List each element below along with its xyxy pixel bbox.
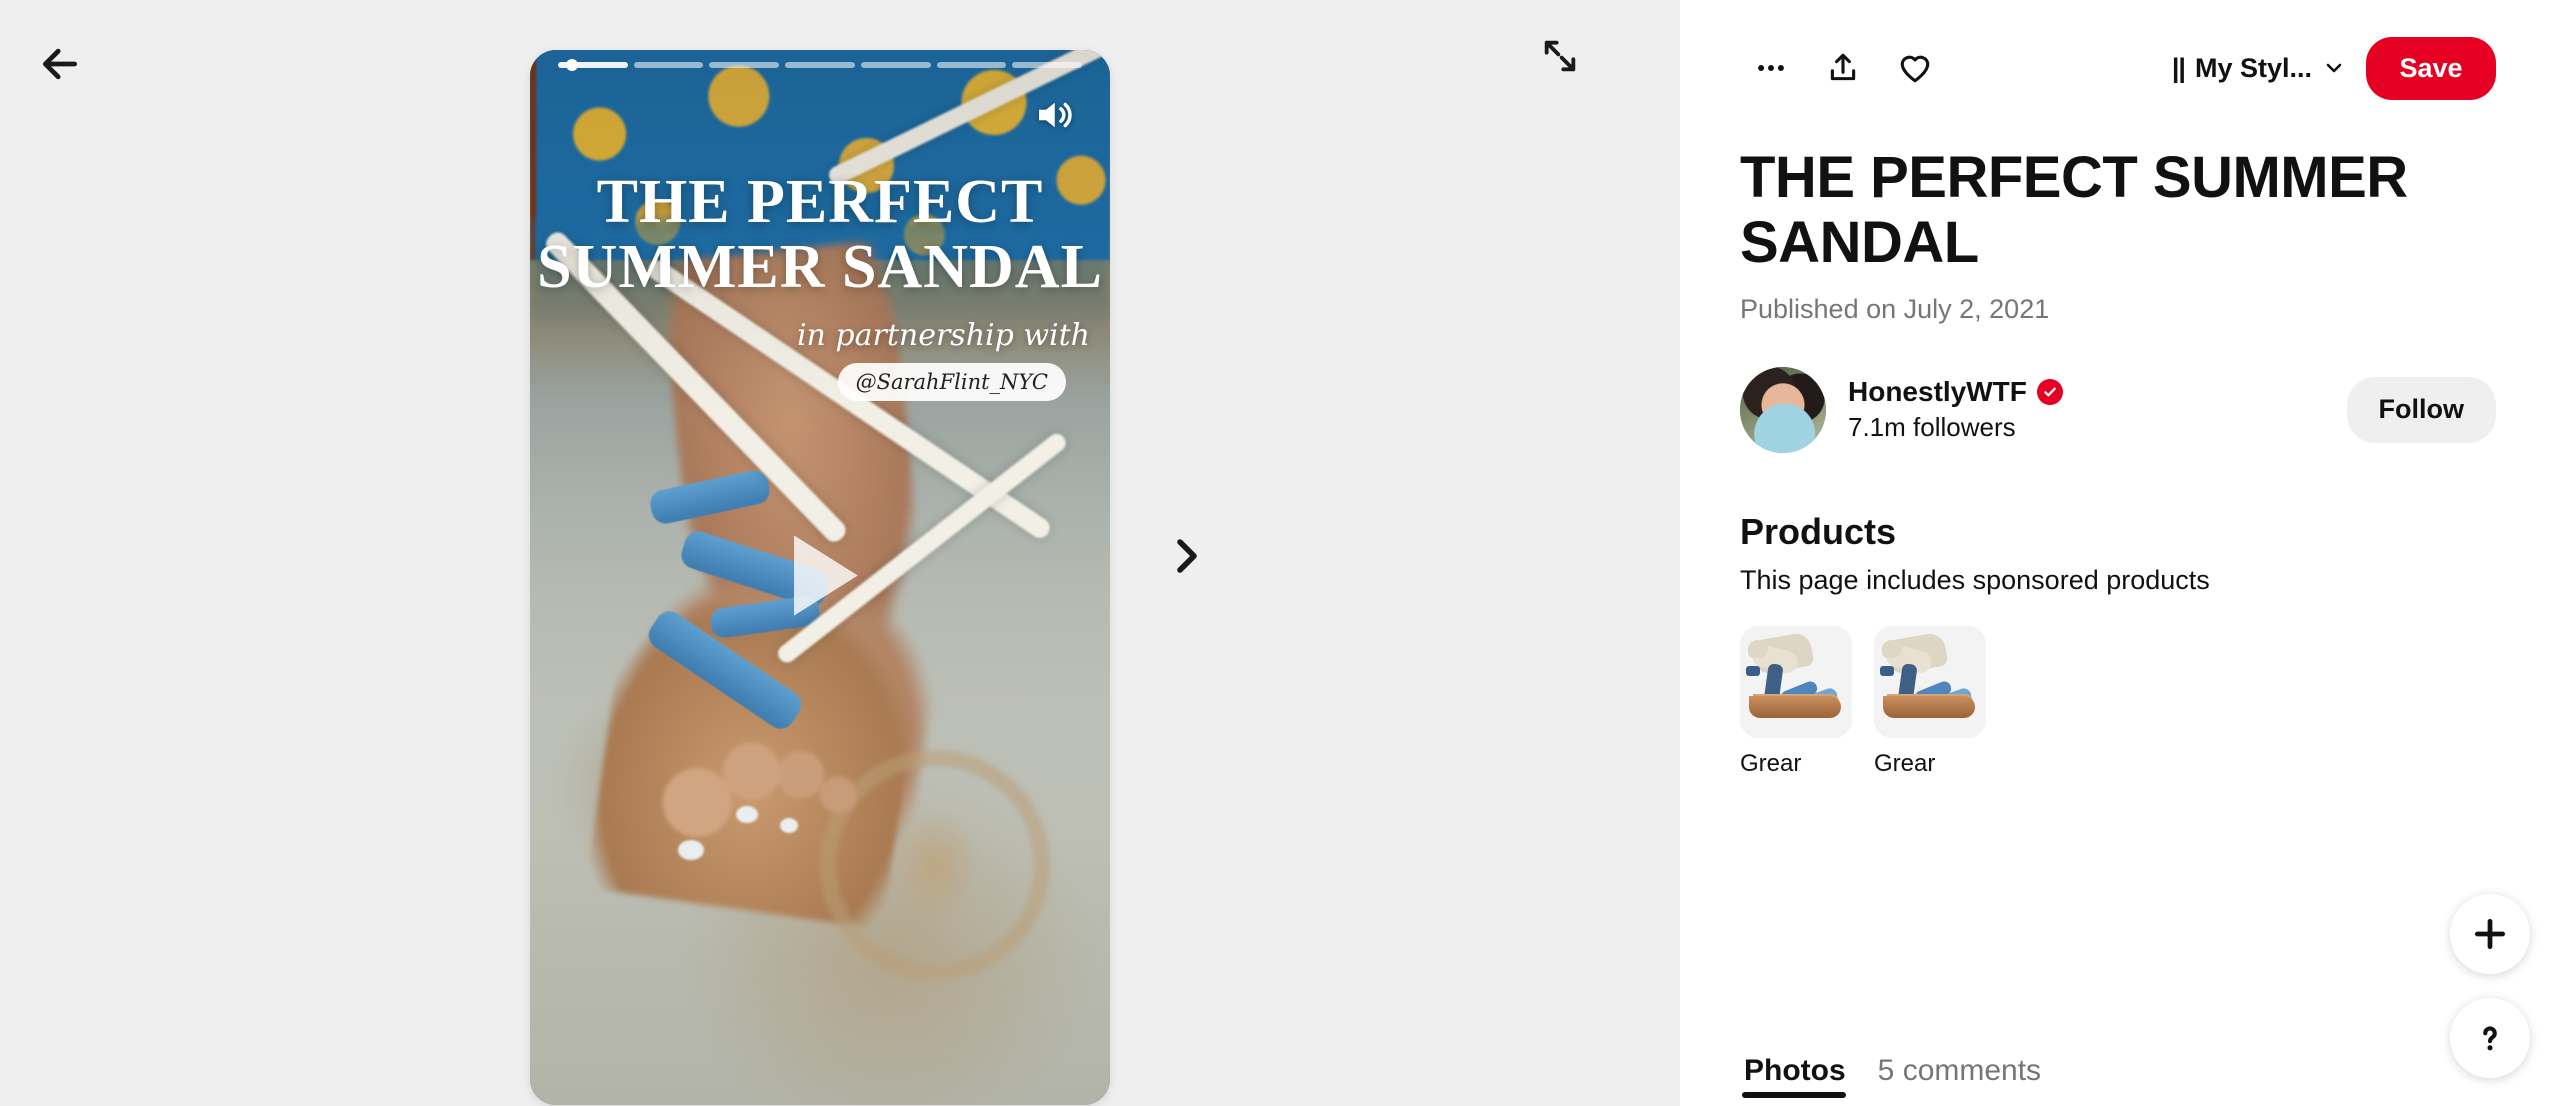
more-options-button[interactable] bbox=[1740, 37, 1802, 99]
tab-photos[interactable]: Photos bbox=[1740, 1044, 1854, 1106]
expand-button[interactable] bbox=[1528, 24, 1592, 88]
author-meta: HonestlyWTF 7.1m followers bbox=[1848, 376, 2325, 443]
sandal-sole bbox=[1883, 695, 1975, 718]
detail-pane: || My Styl... Save THE PERFECT SUMMER SA… bbox=[1680, 0, 2556, 1106]
sandal-blue-tip bbox=[1746, 665, 1760, 676]
progress-segment[interactable] bbox=[785, 62, 855, 68]
author-name-row[interactable]: HonestlyWTF bbox=[1848, 376, 2325, 408]
content-tabs: Photos 5 comments bbox=[1740, 1044, 2049, 1106]
favorite-button[interactable] bbox=[1884, 37, 1946, 99]
avatar-image bbox=[1740, 366, 1826, 453]
play-icon bbox=[794, 534, 858, 616]
progress-position-dot[interactable] bbox=[566, 59, 578, 71]
chevron-right-icon bbox=[1177, 539, 1197, 573]
board-name-label: My Styl... bbox=[2194, 52, 2312, 83]
sound-toggle-button[interactable] bbox=[1030, 94, 1076, 141]
help-button[interactable] bbox=[2450, 998, 2530, 1078]
published-date: Published on July 2, 2021 bbox=[1740, 293, 2050, 324]
progress-segments bbox=[558, 59, 1083, 71]
toolbar-actions-right: || My Styl... Save bbox=[2166, 36, 2496, 100]
media-viewer-pane: THE PERFECT SUMMER SANDAL in partnership… bbox=[0, 0, 1680, 1106]
progress-segment[interactable] bbox=[633, 62, 704, 68]
back-button[interactable] bbox=[24, 28, 96, 100]
product-label: Grear bbox=[1874, 749, 1936, 777]
progress-segment[interactable] bbox=[1012, 62, 1083, 68]
product-card[interactable]: Grear bbox=[1874, 625, 1986, 778]
avatar[interactable] bbox=[1740, 366, 1826, 453]
product-thumbnail bbox=[1874, 625, 1986, 738]
sandal-knot bbox=[1748, 639, 1768, 658]
plus-icon bbox=[2474, 918, 2506, 950]
progress-segment[interactable] bbox=[709, 62, 780, 68]
verified-check-icon bbox=[2036, 379, 2063, 406]
sandal-knot bbox=[1882, 639, 1902, 658]
chevron-down-icon bbox=[2326, 63, 2342, 73]
share-upload-icon bbox=[1830, 53, 1856, 81]
pin-detail-page: THE PERFECT SUMMER SANDAL in partnership… bbox=[0, 0, 2556, 1106]
heart-icon bbox=[1900, 55, 1930, 83]
check-glyph-icon bbox=[2044, 387, 2056, 397]
board-selector[interactable]: || My Styl... bbox=[2166, 45, 2352, 92]
save-button[interactable]: Save bbox=[2366, 36, 2496, 100]
board-bars-icon: || bbox=[2171, 52, 2186, 83]
story-progress-bar[interactable] bbox=[558, 59, 1083, 71]
floating-action-buttons bbox=[2450, 894, 2530, 1078]
products-heading: Products bbox=[1740, 510, 1897, 552]
ellipsis-icon bbox=[1758, 65, 1784, 71]
products-list: Grear Grear bbox=[1740, 625, 2496, 778]
product-thumbnail bbox=[1740, 625, 1852, 738]
sandal-blue-tip bbox=[1880, 665, 1894, 676]
sponsored-disclaimer: This page includes sponsored products bbox=[1740, 564, 2210, 595]
product-label: Grear bbox=[1740, 749, 1802, 777]
tab-comments[interactable]: 5 comments bbox=[1874, 1044, 2049, 1106]
toolbar-actions-left bbox=[1740, 37, 1946, 99]
next-slide-button[interactable] bbox=[1150, 520, 1222, 592]
follower-count: 7.1m followers bbox=[1848, 412, 2016, 443]
volume-on-icon bbox=[1039, 102, 1072, 128]
expand-arrows-icon bbox=[1544, 40, 1576, 72]
play-button[interactable] bbox=[761, 516, 879, 639]
story-media-card[interactable]: THE PERFECT SUMMER SANDAL in partnership… bbox=[530, 50, 1110, 1105]
question-mark-icon bbox=[2483, 1026, 2497, 1051]
detail-toolbar: || My Styl... Save bbox=[1740, 0, 2496, 136]
progress-segment[interactable] bbox=[860, 62, 931, 68]
arrow-left-icon bbox=[42, 48, 78, 80]
author-name-label: HonestlyWTF bbox=[1848, 376, 2027, 408]
page-title: THE PERFECT SUMMER SANDAL bbox=[1740, 145, 2408, 275]
sandal-sole bbox=[1749, 695, 1841, 718]
progress-segment[interactable] bbox=[936, 62, 1007, 68]
product-card[interactable]: Grear bbox=[1740, 625, 1852, 778]
share-button[interactable] bbox=[1812, 37, 1874, 99]
author-row: HonestlyWTF 7.1m followers Follow bbox=[1740, 366, 2496, 453]
create-button[interactable] bbox=[2450, 894, 2530, 974]
follow-button[interactable]: Follow bbox=[2346, 376, 2496, 443]
